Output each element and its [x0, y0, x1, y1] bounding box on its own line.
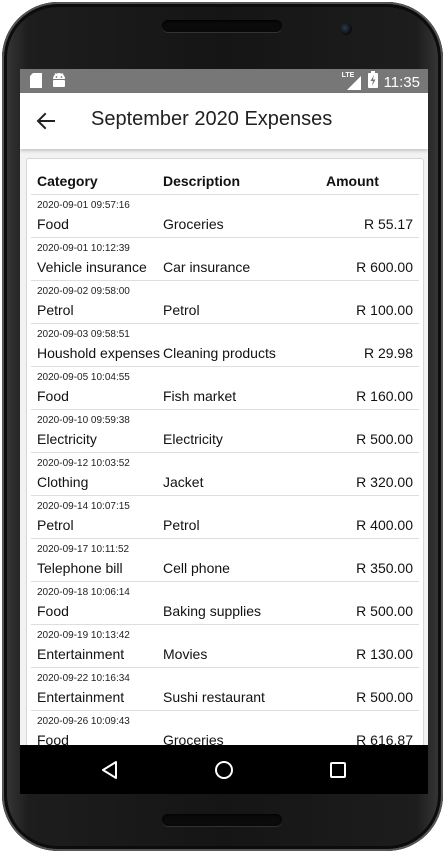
row-category: Food [37, 388, 69, 404]
row-amount: R 600.00 [356, 259, 413, 275]
row-description: Groceries [163, 216, 224, 232]
row-category: Food [37, 603, 69, 619]
row-amount: R 100.00 [356, 302, 413, 318]
table-row[interactable]: 2020-09-01 09:57:16 Food Groceries R 55.17 [31, 195, 419, 238]
row-description: Petrol [163, 517, 200, 533]
arrow-back-icon [36, 112, 55, 130]
row-description: Movies [163, 646, 208, 662]
row-description: Cleaning products [163, 345, 276, 361]
row-description: Baking supplies [163, 603, 262, 619]
back-button[interactable] [32, 107, 60, 135]
app-bar: September 2020 Expenses [20, 93, 428, 149]
table-row[interactable]: 2020-09-10 09:59:38 Electricity Electricit… [31, 410, 419, 453]
table-row[interactable]: 2020-09-22 10:16:34 Entertainment Sushi re… [31, 668, 419, 711]
table-row[interactable]: 2020-09-14 10:07:15 Petrol Petrol R 400.00 [31, 496, 419, 539]
front-camera [340, 23, 352, 35]
expenses-card: Category Description Amount 2020-09-01 0… [26, 158, 424, 794]
row-timestamp: 2020-09-03 09:58:51 [37, 329, 130, 340]
row-timestamp: 2020-09-19 10:13:42 [37, 630, 130, 641]
nav-back-button[interactable] [96, 756, 124, 784]
back-triangle-icon [102, 761, 117, 779]
recents-square-icon [330, 762, 346, 778]
row-amount: R 130.00 [356, 646, 413, 662]
lte-signal-icon: LTE [341, 72, 362, 91]
row-category: Vehicle insurance [37, 259, 147, 275]
row-timestamp: 2020-09-01 10:12:39 [37, 243, 130, 254]
table-row[interactable]: 2020-09-12 10:03:52 Clothing Jacket R 320.0… [31, 453, 419, 496]
row-timestamp: 2020-09-05 10:04:55 [37, 372, 130, 383]
row-amount: R 29.98 [363, 345, 413, 361]
row-timestamp: 2020-09-22 10:16:34 [37, 673, 130, 684]
row-description: Car insurance [163, 259, 251, 275]
row-timestamp: 2020-09-10 09:59:38 [37, 415, 130, 426]
row-timestamp: 2020-09-26 10:09:43 [37, 716, 130, 727]
column-header-amount: Amount [326, 173, 379, 189]
table-row[interactable]: 2020-09-18 10:06:14 Food Baking supplies R … [31, 582, 419, 625]
phone-screen: LTE 11:35 September 2020 Expenses Catego… [20, 69, 428, 794]
row-category: Telephone bill [37, 560, 123, 576]
row-timestamp: 2020-09-12 10:03:52 [37, 458, 130, 469]
table-row[interactable]: 2020-09-05 10:04:55 Food Fish market R 160.… [31, 367, 419, 410]
row-description: Cell phone [163, 560, 230, 576]
nav-home-button[interactable] [210, 756, 238, 784]
row-amount: R 500.00 [356, 603, 413, 619]
row-amount: R 55.17 [363, 216, 413, 232]
row-category: Electricity [37, 431, 97, 447]
row-amount: R 500.00 [356, 689, 413, 705]
navigation-bar [20, 745, 428, 794]
table-header: Category Description Amount [31, 159, 419, 195]
row-description: Jacket [163, 474, 204, 490]
table-row[interactable]: 2020-09-02 09:58:00 Petrol Petrol R 100.00 [31, 281, 419, 324]
android-icon [52, 73, 66, 93]
sd-card-icon [30, 73, 42, 93]
row-amount: R 160.00 [356, 388, 413, 404]
top-speaker-grille [162, 20, 282, 32]
table-row[interactable]: 2020-09-01 10:12:39 Vehicle insurance Car … [31, 238, 419, 281]
row-category: Clothing [37, 474, 89, 490]
row-timestamp: 2020-09-18 10:06:14 [37, 587, 130, 598]
row-category: Petrol [37, 517, 74, 533]
row-timestamp: 2020-09-14 10:07:15 [37, 501, 130, 512]
network-type-label: LTE [341, 72, 355, 79]
row-category: Entertainment [37, 689, 125, 705]
device-frame: LTE 11:35 September 2020 Expenses Catego… [0, 0, 447, 855]
row-timestamp: 2020-09-02 09:58:00 [37, 286, 130, 297]
row-description: Sushi restaurant [163, 689, 265, 705]
column-header-category: Category [37, 173, 98, 189]
home-circle-icon [215, 761, 233, 779]
status-bar: LTE 11:35 [20, 69, 428, 93]
table-row[interactable]: 2020-09-03 09:58:51 Houshold expenses Clea… [31, 324, 419, 367]
row-amount: R 400.00 [356, 517, 413, 533]
column-header-description: Description [163, 173, 241, 189]
table-row[interactable]: 2020-09-17 10:11:52 Telephone bill Cell ph… [31, 539, 419, 582]
row-category: Petrol [37, 302, 74, 318]
row-description: Petrol [163, 302, 200, 318]
row-description: Electricity [163, 431, 223, 447]
page-title: September 2020 Expenses [91, 108, 333, 130]
table-row[interactable]: 2020-09-19 10:13:42 Entertainment Movies R … [31, 625, 419, 668]
expense-list[interactable]: 2020-09-01 09:57:16 Food Groceries R 55.17 2… [31, 195, 419, 754]
clock: 11:35 [383, 73, 420, 91]
battery-charging-icon [367, 71, 378, 93]
row-category: Houshold expenses [37, 345, 160, 361]
row-category: Entertainment [37, 646, 125, 662]
nav-recents-button[interactable] [324, 756, 352, 784]
row-description: Fish market [163, 388, 237, 404]
row-timestamp: 2020-09-01 09:57:16 [37, 200, 130, 211]
row-amount: R 500.00 [356, 431, 413, 447]
row-timestamp: 2020-09-17 10:11:52 [37, 544, 130, 555]
row-amount: R 320.00 [356, 474, 413, 490]
row-category: Food [37, 216, 69, 232]
row-amount: R 350.00 [356, 560, 413, 576]
bottom-speaker-grille [162, 814, 282, 826]
